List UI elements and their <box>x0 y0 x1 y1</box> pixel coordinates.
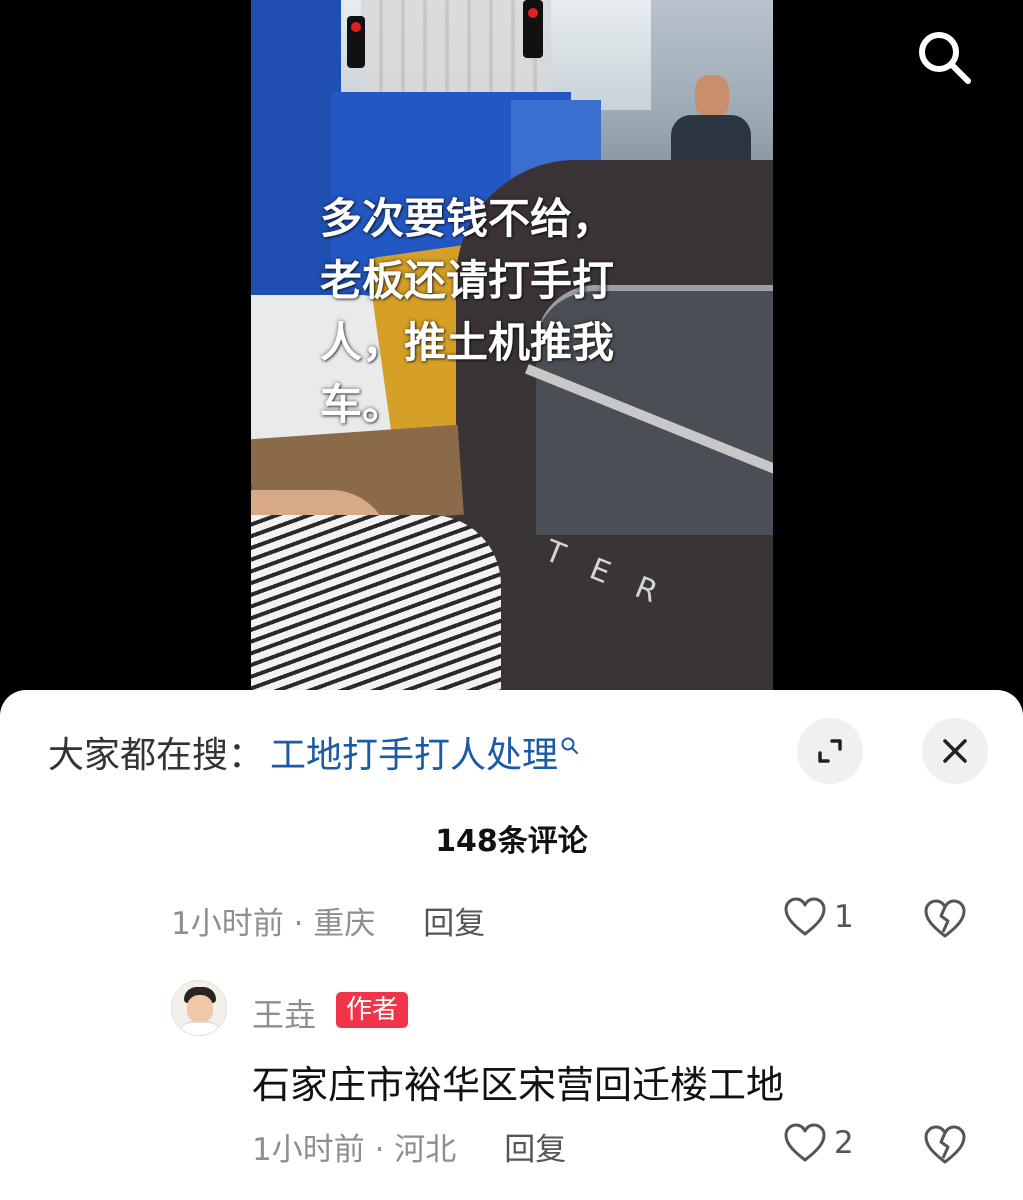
comment-meta-row: 1小时前 · 河北 回复 <box>252 1124 566 1169</box>
broken-heart-icon <box>924 1125 966 1164</box>
video-player[interactable]: TER 多次要钱不给， 老板还请打手打 人，推土机推我 车。 <box>0 0 1023 700</box>
expand-button[interactable] <box>797 718 863 784</box>
heart-icon <box>784 897 826 936</box>
comment-time-location: 1小时前 · 河北 <box>252 1132 457 1168</box>
video-striped-shirt <box>251 515 501 700</box>
search-suggestion[interactable]: 大家都在搜： 工地打手打人处理 <box>48 728 580 776</box>
like-count: 2 <box>834 1125 854 1161</box>
author-badge: 作者 <box>336 992 409 1028</box>
comment-sheet: 大家都在搜： 工地打手打人处理 148条评论 1小时前 · 重庆 回复 1 王垚… <box>0 690 1023 1200</box>
video-caption: 多次要钱不给， 老板还请打手打 人，推土机推我 车。 <box>320 194 615 429</box>
dislike-button[interactable] <box>922 1124 968 1170</box>
reply-button[interactable]: 回复 <box>423 898 485 943</box>
reply-button[interactable]: 回复 <box>504 1124 566 1169</box>
search-icon <box>919 32 971 84</box>
like-button[interactable]: 1 <box>782 896 854 938</box>
dislike-button[interactable] <box>922 898 968 944</box>
comment-author-name[interactable]: 王垚 <box>252 990 316 1036</box>
comment-meta-row: 1小时前 · 重庆 回复 <box>171 898 485 943</box>
comment-count-title: 148条评论 <box>435 824 588 859</box>
search-icon <box>561 737 579 754</box>
suggestion-label: 大家都在搜： <box>48 735 265 776</box>
traffic-light <box>347 16 365 68</box>
comment-text: 石家庄市裕华区宋营回迁楼工地 <box>252 1063 785 1107</box>
search-button[interactable] <box>913 26 975 88</box>
suggestion-query-link[interactable]: 工地打手打人处理 <box>270 726 558 778</box>
like-button[interactable]: 2 <box>782 1122 854 1164</box>
close-button[interactable] <box>922 718 988 784</box>
heart-icon <box>784 1123 826 1162</box>
comment-time-location: 1小时前 · 重庆 <box>171 906 376 942</box>
close-icon <box>943 739 967 763</box>
broken-heart-icon <box>924 899 966 938</box>
like-count: 1 <box>834 899 854 935</box>
avatar[interactable] <box>171 980 227 1036</box>
traffic-light <box>523 0 543 58</box>
expand-icon <box>818 739 842 763</box>
